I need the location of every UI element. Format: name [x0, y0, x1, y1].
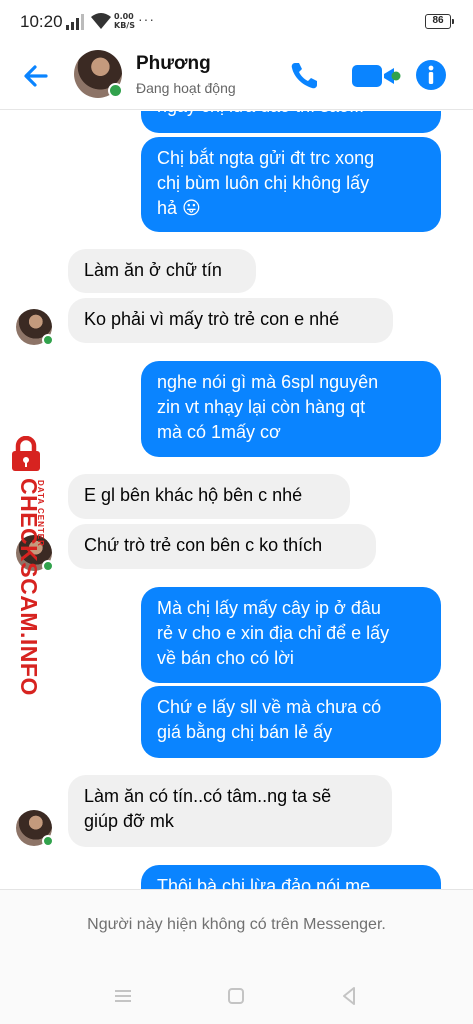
signal-icon [66, 14, 84, 30]
message-bubble[interactable]: Làm ăn có tín..có tâm..ng ta sẽ giúp đỡ … [68, 775, 392, 847]
message-bubble[interactable]: Mà chị lấy mấy cây ip ở đâu rẻ v cho e x… [141, 587, 441, 683]
watermark-tagline: DATA CENTER [36, 480, 45, 547]
system-nav-bar [0, 978, 473, 1018]
composer-footer: Người này hiện không có trên Messenger. [0, 889, 473, 1024]
back-triangle-icon[interactable] [337, 984, 361, 1008]
info-icon[interactable] [415, 59, 447, 91]
sender-avatar[interactable] [16, 309, 54, 346]
sender-avatar[interactable] [16, 810, 54, 847]
more-notifications-icon: ··· [138, 11, 155, 27]
online-indicator [108, 83, 123, 98]
message-bubble[interactable]: Làm ăn ở chữ tín [68, 249, 256, 293]
message-bubble[interactable]: Thôi bà chị lừa đảo nói me... [141, 865, 441, 889]
message-bubble[interactable]: E gl bên khác hộ bên c nhé [68, 474, 350, 519]
status-time: 10:20 [20, 12, 63, 31]
contact-name[interactable]: Phương [136, 53, 211, 75]
menu-icon[interactable] [111, 984, 135, 1008]
contact-avatar[interactable] [74, 50, 123, 98]
wifi-icon [91, 13, 111, 29]
online-indicator [42, 835, 54, 847]
status-bar: 10:20 0.00 KB/S ··· 86 [0, 0, 473, 44]
phone-icon[interactable] [288, 60, 322, 92]
chat-header: Phương Đang hoạt động [0, 44, 473, 110]
online-indicator [42, 334, 54, 346]
home-square-icon[interactable] [224, 984, 248, 1008]
video-camera-icon[interactable] [350, 62, 402, 90]
message-thread[interactable]: ngày chị lừa đảo thì sao... Chị bắt ngta… [0, 111, 473, 889]
unavailable-notice: Người này hiện không có trên Messenger. [87, 916, 386, 933]
lock-icon [12, 436, 40, 471]
message-bubble[interactable]: Ko phải vì mấy trò trẻ con e nhé [68, 298, 393, 343]
message-bubble[interactable]: Chứ e lấy sll về mà chưa có giá bằng chị… [141, 686, 441, 758]
contact-status: Đang hoạt động [136, 80, 236, 96]
message-bubble[interactable]: Chị bắt ngta gửi đt trc xong chị bùm luô… [141, 137, 441, 232]
watermark: CHECKSCAM.INFO DATA CENTER [0, 436, 56, 696]
back-arrow-icon[interactable] [20, 60, 52, 92]
message-bubble[interactable]: nghe nói gì mà 6spl nguyên zin vt nhạy l… [141, 361, 441, 457]
network-speed: 0.00 KB/S [114, 12, 135, 30]
message-bubble[interactable]: ngày chị lừa đảo thì sao... [141, 111, 441, 133]
battery-indicator: 86 [425, 14, 454, 29]
message-bubble[interactable]: Chứ trò trẻ con bên c ko thích [68, 524, 376, 569]
